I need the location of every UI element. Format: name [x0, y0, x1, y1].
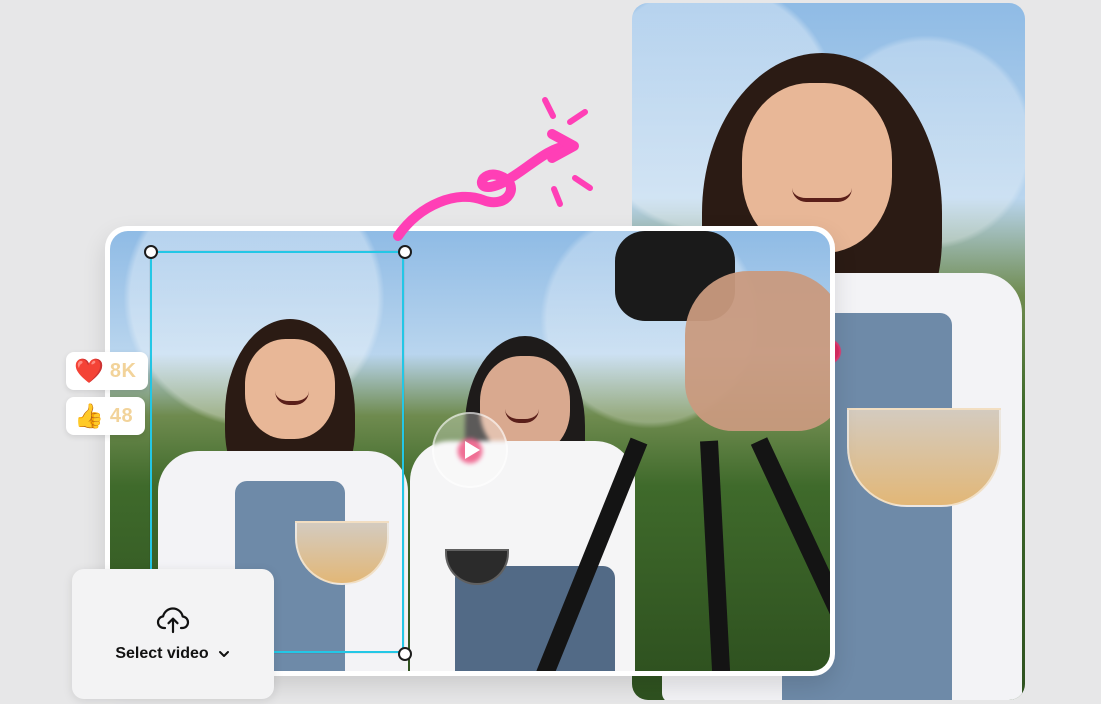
play-icon — [465, 441, 480, 459]
preview-bowl — [847, 408, 1001, 507]
play-button[interactable] — [432, 412, 508, 488]
reaction-heart-badge: ❤️ 8K — [66, 352, 149, 390]
pink-arrow-decoration — [393, 97, 593, 241]
crop-handle-top-left[interactable] — [144, 245, 158, 259]
select-video-label: Select video — [115, 645, 209, 662]
cloud-upload-icon — [156, 607, 190, 634]
reaction-thumbs-up-count: 48 — [109, 404, 134, 427]
reaction-heart-count: 8K — [109, 359, 137, 382]
crop-handle-bottom-right[interactable] — [398, 647, 412, 661]
chevron-down-icon — [218, 651, 229, 657]
hand — [685, 271, 830, 431]
thumbs-up-icon: 👍 — [74, 402, 104, 430]
select-video-label-row: Select video — [115, 645, 230, 663]
tripod-leg-2 — [700, 440, 733, 671]
select-video-button[interactable]: Select video — [72, 569, 274, 699]
tripod-leg-3 — [750, 437, 830, 671]
heart-icon: ❤️ — [74, 357, 104, 385]
preview-smile — [792, 188, 852, 202]
reaction-thumbs-up-badge: 👍 48 — [66, 397, 146, 435]
